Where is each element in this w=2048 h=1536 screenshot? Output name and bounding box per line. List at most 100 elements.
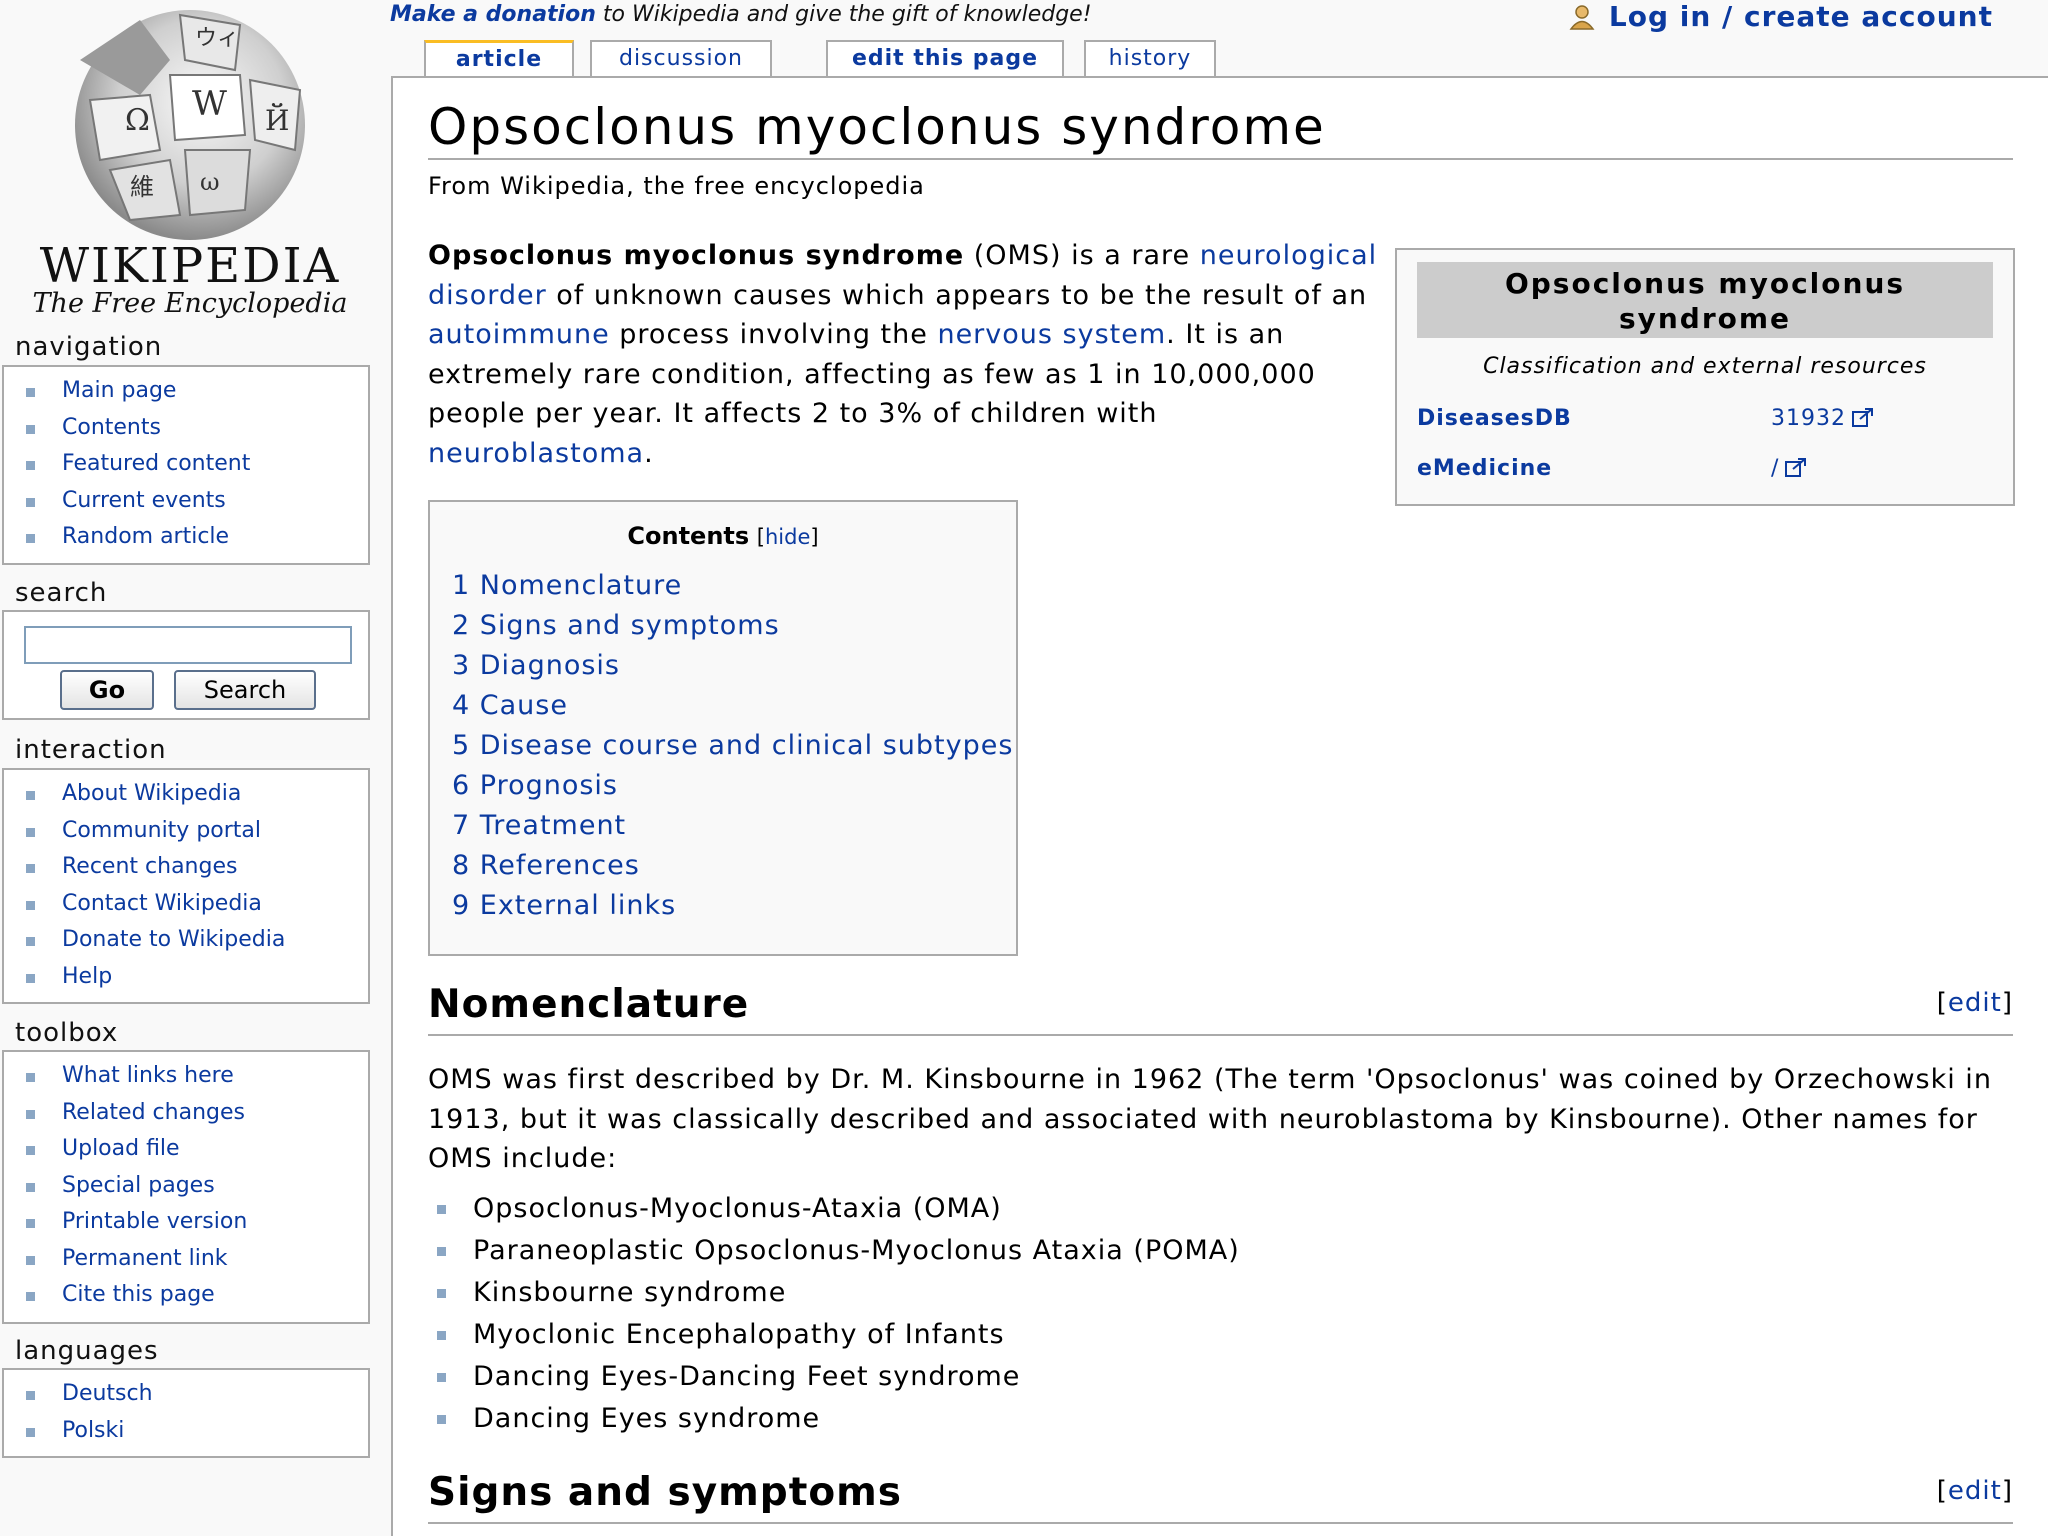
- sidebar-item-main-page[interactable]: Main page: [24, 373, 368, 410]
- infobox-value-emedicine[interactable]: /: [1771, 456, 1807, 483]
- tab-article[interactable]: article: [424, 40, 574, 80]
- toc-item-external-links[interactable]: 9 External links: [452, 886, 1013, 926]
- toc-item-cause[interactable]: 4 Cause: [452, 686, 1013, 726]
- wikipedia-logo[interactable]: Ω W Й ウィ 維 ω WIKIPEDIA The Free Encyclop…: [20, 0, 360, 325]
- list-item: Paraneoplastic Opsoclonus-Myoclonus Atax…: [437, 1230, 1240, 1272]
- svg-text:ω: ω: [200, 168, 220, 196]
- nomenclature-list: Opsoclonus-Myoclonus-Ataxia (OMA) Parane…: [437, 1188, 1240, 1440]
- site-notice: Make a donation to Wikipedia and give th…: [390, 2, 1092, 27]
- external-link-icon: [1785, 457, 1807, 483]
- lead-text-5: .: [644, 437, 654, 469]
- toc-item-prognosis[interactable]: 6 Prognosis: [452, 766, 1013, 806]
- languages-portlet: Deutsch Polski: [2, 1368, 370, 1458]
- link-autoimmune[interactable]: autoimmune: [428, 319, 610, 350]
- toc-item-references[interactable]: 8 References: [452, 846, 1013, 886]
- section-edit-nomenclature: [edit]: [1936, 988, 2013, 1018]
- search-input[interactable]: [24, 626, 352, 664]
- list-item: Opsoclonus-Myoclonus-Ataxia (OMA): [437, 1188, 1240, 1230]
- diseasesdb-value[interactable]: 31932: [1771, 406, 1846, 431]
- tab-edit[interactable]: edit this page: [826, 40, 1064, 78]
- sidebar-item-upload-file[interactable]: Upload file: [24, 1131, 368, 1168]
- sidebar-item-what-links-here[interactable]: What links here: [24, 1058, 368, 1095]
- interaction-title: interaction: [15, 735, 167, 765]
- page-title: Opsoclonus myoclonus syndrome: [428, 98, 1326, 156]
- list-item: Kinsbourne syndrome: [437, 1272, 1240, 1314]
- search-title: search: [15, 578, 108, 608]
- emedicine-value[interactable]: /: [1771, 456, 1779, 481]
- sidebar-item-lang-polski[interactable]: Polski: [24, 1413, 368, 1450]
- toc-title: Contents [hide]: [627, 522, 819, 550]
- nomenclature-paragraph: OMS was first described by Dr. M. Kinsbo…: [428, 1064, 1992, 1174]
- sidebar-item-contents[interactable]: Contents: [24, 410, 368, 447]
- sidebar-item-cite-this-page[interactable]: Cite this page: [24, 1277, 368, 1314]
- search-button[interactable]: Search: [174, 670, 316, 710]
- lead-paragraph: Opsoclonus myoclonus syndrome (OMS) is a…: [428, 236, 1388, 473]
- sidebar-item-permanent-link[interactable]: Permanent link: [24, 1241, 368, 1278]
- infobox-subtitle: Classification and external resources: [1483, 354, 1927, 379]
- sidebar-item-community-portal[interactable]: Community portal: [24, 813, 368, 850]
- svg-text:ウィ: ウィ: [195, 26, 239, 51]
- toc-item-treatment[interactable]: 7 Treatment: [452, 806, 1013, 846]
- edit-link-nomenclature[interactable]: edit: [1948, 988, 2002, 1018]
- search-portlet: Go Search: [2, 610, 370, 720]
- tab-history[interactable]: history: [1084, 40, 1216, 78]
- donate-link[interactable]: Make a donation: [390, 2, 596, 27]
- list-item: Dancing Eyes syndrome: [437, 1398, 1240, 1440]
- toolbox-portlet: What links here Related changes Upload f…: [2, 1050, 370, 1324]
- go-button[interactable]: Go: [60, 670, 154, 710]
- infobox-label-emedicine[interactable]: eMedicine: [1417, 456, 1552, 481]
- lead-text-2: of unknown causes which appears to be th…: [546, 279, 1368, 311]
- link-nervous-system[interactable]: nervous system: [937, 319, 1166, 350]
- site-sub: From Wikipedia, the free encyclopedia: [428, 172, 925, 200]
- navigation-title: navigation: [15, 332, 163, 362]
- svg-text:Й: Й: [265, 103, 289, 137]
- section-heading-signs-and-symptoms: Signs and symptoms: [428, 1470, 902, 1515]
- logo-tagline: The Free Encyclopedia: [32, 288, 348, 319]
- svg-text:維: 維: [130, 173, 154, 201]
- lead-bold-term: Opsoclonus myoclonus syndrome: [428, 240, 965, 271]
- sidebar-item-random-article[interactable]: Random article: [24, 519, 368, 556]
- sidebar-item-about-wikipedia[interactable]: About Wikipedia: [24, 776, 368, 813]
- toc-heading: Contents: [627, 522, 750, 550]
- infobox-title: Opsoclonus myoclonus syndrome: [1417, 262, 1993, 338]
- sidebar-item-contact-wikipedia[interactable]: Contact Wikipedia: [24, 886, 368, 923]
- toc-item-diagnosis[interactable]: 3 Diagnosis: [452, 646, 1013, 686]
- section-edit-signs: [edit]: [1936, 1476, 2013, 1506]
- infobox-value-diseasesdb[interactable]: 31932: [1771, 406, 1874, 433]
- section-rule: [428, 1034, 2013, 1036]
- sidebar-item-recent-changes[interactable]: Recent changes: [24, 849, 368, 886]
- link-neuroblastoma[interactable]: neuroblastoma: [428, 438, 644, 469]
- title-rule: [428, 158, 2013, 160]
- toc-hide-link[interactable]: hide: [765, 525, 810, 549]
- section-heading-nomenclature: Nomenclature: [428, 982, 750, 1027]
- edit-link-signs[interactable]: edit: [1948, 1476, 2002, 1506]
- sidebar-item-current-events[interactable]: Current events: [24, 483, 368, 520]
- svg-text:W: W: [192, 84, 227, 124]
- puzzle-globe-icon: Ω W Й ウィ 維 ω: [75, 10, 305, 240]
- sidebar-item-related-changes[interactable]: Related changes: [24, 1095, 368, 1132]
- site-notice-text: to Wikipedia and give the gift of knowle…: [595, 2, 1092, 27]
- user-icon: [1569, 4, 1595, 37]
- tab-discussion[interactable]: discussion: [590, 40, 772, 78]
- external-link-icon: [1852, 407, 1874, 433]
- lead-text-1: (OMS) is a rare: [964, 240, 1200, 271]
- list-item: Dancing Eyes-Dancing Feet syndrome: [437, 1356, 1240, 1398]
- toc-item-disease-course[interactable]: 5 Disease course and clinical subtypes: [452, 726, 1013, 766]
- lead-text-3: process involving the: [609, 319, 938, 350]
- sidebar-item-donate[interactable]: Donate to Wikipedia: [24, 922, 368, 959]
- sidebar-item-help[interactable]: Help: [24, 959, 368, 996]
- sidebar-item-printable-version[interactable]: Printable version: [24, 1204, 368, 1241]
- toc-item-signs-and-symptoms[interactable]: 2 Signs and symptoms: [452, 606, 1013, 646]
- infobox-label-diseasesdb[interactable]: DiseasesDB: [1417, 406, 1572, 431]
- toolbox-title: toolbox: [15, 1018, 119, 1048]
- languages-title: languages: [15, 1336, 159, 1366]
- infobox: Opsoclonus myoclonus syndrome Classifica…: [1395, 248, 2015, 506]
- logo-wordmark: WIKIPEDIA: [39, 238, 341, 294]
- personal-tools: Log in / create account: [1569, 0, 1993, 37]
- login-link[interactable]: Log in / create account: [1609, 0, 1993, 33]
- sidebar-item-special-pages[interactable]: Special pages: [24, 1168, 368, 1205]
- sidebar-item-featured-content[interactable]: Featured content: [24, 446, 368, 483]
- sidebar-item-lang-deutsch[interactable]: Deutsch: [24, 1376, 368, 1413]
- toc-item-nomenclature[interactable]: 1 Nomenclature: [452, 566, 1013, 606]
- table-of-contents: Contents [hide] 1 Nomenclature 2 Signs a…: [428, 500, 1018, 956]
